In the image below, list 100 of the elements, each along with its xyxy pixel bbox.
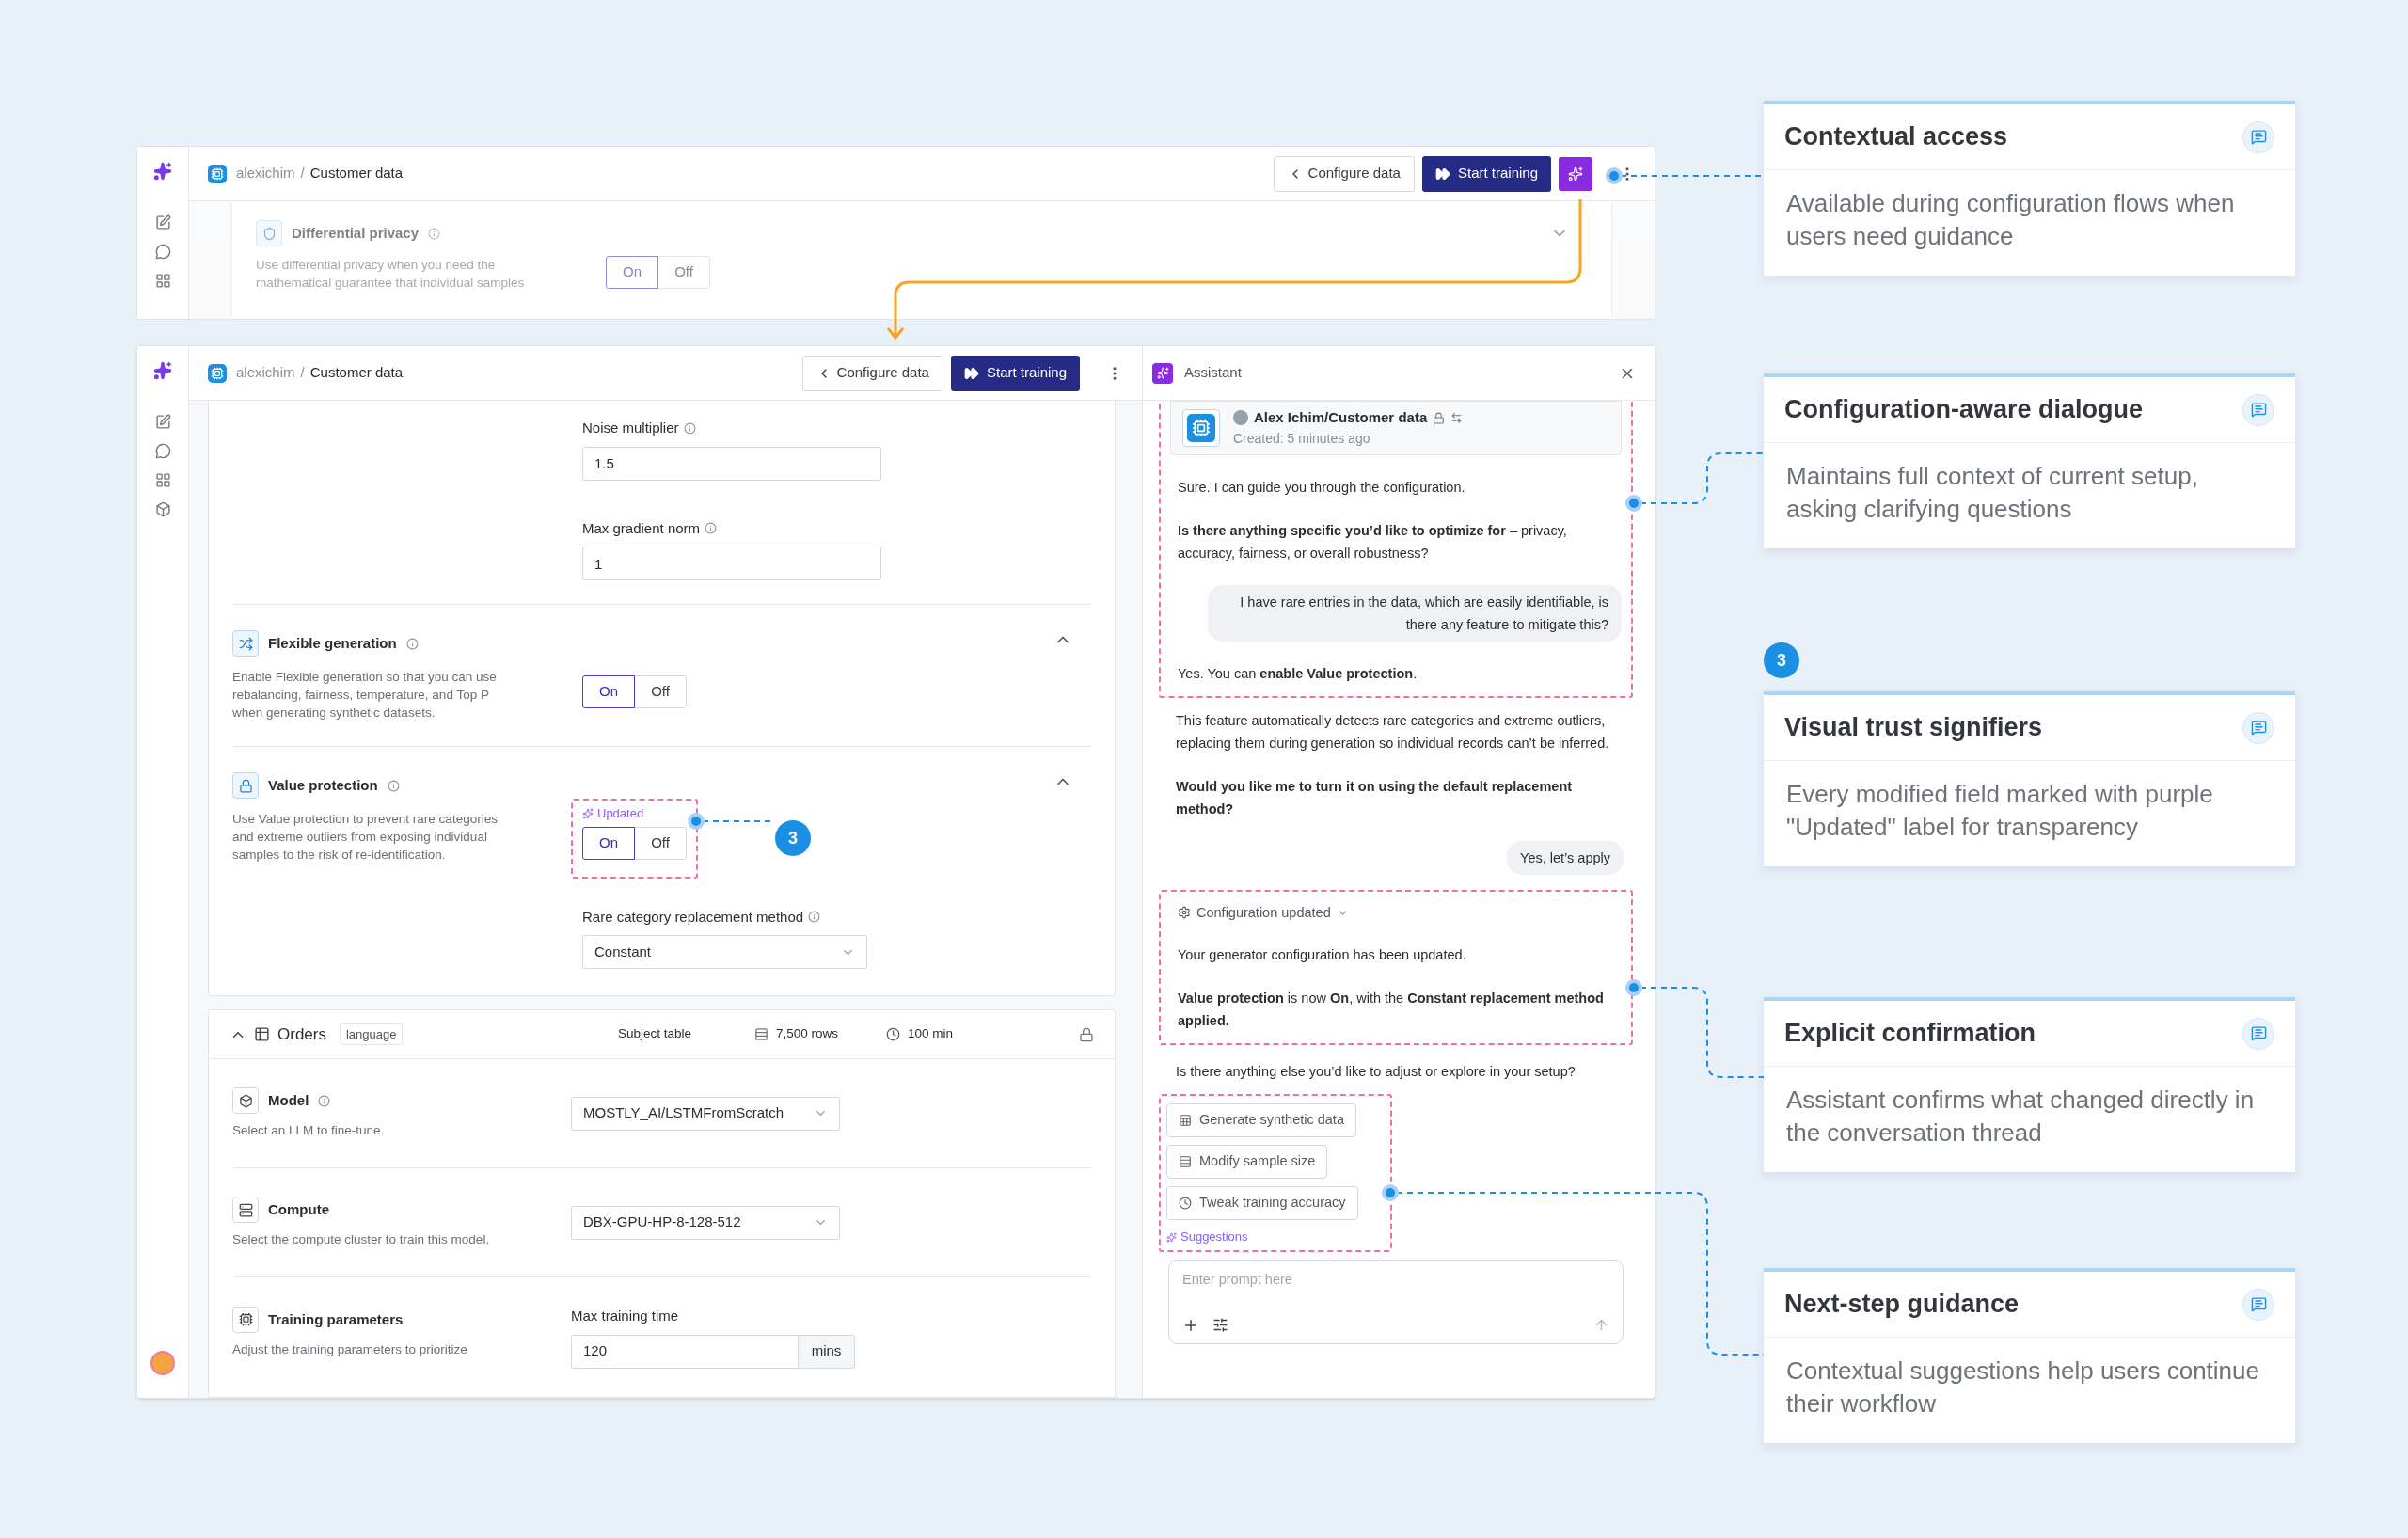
- number-field[interactable]: 120 mins: [571, 1334, 855, 1369]
- chip-icon: [208, 363, 227, 383]
- assistant-message: Yes. You can enable Value protection.: [1177, 664, 1418, 683]
- row-count: 7,500 rows: [776, 1025, 839, 1043]
- suggestion-chip[interactable]: Tweak training accuracy: [1166, 1186, 1358, 1221]
- table-icon: [254, 1026, 270, 1042]
- field-label: Max training time: [571, 1307, 680, 1325]
- suggestion-chip[interactable]: Generate synthetic data: [1166, 1103, 1356, 1138]
- info-icon[interactable]: [705, 522, 718, 535]
- context-title: Alex Ichim/Customer data: [1254, 408, 1428, 427]
- chat-icon[interactable]: [154, 443, 171, 459]
- info-icon[interactable]: [387, 779, 400, 792]
- callout-text: Assistant confirms what changed directly in the conversation thread: [1786, 1085, 2256, 1149]
- message-icon: [2242, 711, 2274, 744]
- info-icon[interactable]: [318, 1094, 331, 1107]
- configure-data-button[interactable]: Configure data: [1273, 155, 1415, 192]
- start-training-button[interactable]: Start training: [950, 355, 1080, 391]
- breadcrumb-page: Customer data: [309, 363, 404, 383]
- chip-icon: [208, 164, 227, 183]
- toggle-option[interactable]: On: [582, 675, 635, 708]
- number-field[interactable]: 1: [582, 547, 881, 580]
- context-meta: Created: 5 minutes ago: [1233, 429, 1371, 448]
- lock-icon[interactable]: [1079, 1026, 1094, 1042]
- table-tag: language: [339, 1023, 404, 1046]
- chip-icon: [1187, 413, 1215, 442]
- grid-icon[interactable]: [154, 273, 171, 289]
- callout-title: Contextual access: [1784, 121, 2008, 153]
- avatar[interactable]: [150, 1351, 175, 1375]
- grid-icon[interactable]: [154, 472, 171, 488]
- select-field[interactable]: DBX-GPU-HP-8-128-512: [571, 1205, 840, 1240]
- shield-icon: [256, 220, 282, 246]
- field-label: Rare category replacement method: [582, 907, 804, 927]
- panel-title: Assistant: [1184, 363, 1242, 383]
- callout-title: Configuration-aware dialogue: [1784, 394, 2144, 426]
- section-description: Use Value protection to prevent rare categories and extreme outliers from exposing individual samples to the risk of re-identification.: [232, 811, 499, 864]
- callout-text: Maintains full context of current setup, asking clarifying questions: [1786, 461, 2199, 525]
- setting-description: Select an LLM to fine-tune.: [232, 1122, 386, 1139]
- context-card[interactable]: Alex Ichim/Customer data Created: 5 minutes ago: [1170, 401, 1622, 455]
- table-type: Subject table: [618, 1025, 693, 1043]
- toggle-option[interactable]: Off: [634, 826, 687, 860]
- assistant-button[interactable]: [1559, 156, 1592, 191]
- configure-data-button[interactable]: Configure data: [801, 355, 943, 391]
- connector-dot: [1625, 979, 1642, 996]
- field-label: Noise multiplier: [582, 419, 679, 437]
- callout-text: Available during configuration flows when users need guidance: [1786, 188, 2236, 252]
- user-message: Yes, let’s apply: [1507, 840, 1624, 875]
- connector-dot: [688, 813, 705, 830]
- edit-icon[interactable]: [154, 414, 171, 430]
- setting-title: Compute: [268, 1199, 329, 1219]
- section-title: Differential privacy: [292, 223, 420, 243]
- sliders-icon[interactable]: [1212, 1317, 1228, 1334]
- rows-icon: [1179, 1155, 1192, 1169]
- edit-icon[interactable]: [154, 214, 171, 230]
- info-icon[interactable]: [808, 911, 821, 924]
- select-field[interactable]: Constant: [582, 935, 867, 969]
- step-badge: 3: [1764, 642, 1799, 678]
- sparkles-icon: [1568, 166, 1583, 182]
- select-field[interactable]: MOSTLY_AI/LSTMFromScratch: [571, 1096, 840, 1131]
- logo-icon[interactable]: [153, 162, 172, 181]
- swap-icon: [1450, 411, 1464, 424]
- table-name: Orders: [277, 1023, 326, 1045]
- chat-icon[interactable]: [154, 244, 171, 260]
- sparkles-icon: [1152, 362, 1173, 384]
- message-icon: [2242, 1288, 2274, 1321]
- assistant-message: Would you like me to turn it on using the default replacement method?: [1175, 777, 1574, 818]
- assistant-message: Is there anything specific you’d like to optimize for – privacy, accuracy, fairness, or overall robustness?: [1177, 521, 1568, 563]
- updated-label: Updated: [597, 805, 644, 822]
- gear-icon: [1178, 906, 1191, 920]
- assistant-message: Value protection is now On, with the Constant replacement method applied.: [1177, 990, 1605, 1031]
- user-message: I have rare entries in the data, which are easily identifiable, is there any feature to mitigate this?: [1208, 584, 1622, 642]
- cube-icon[interactable]: [154, 501, 171, 517]
- toggle-option[interactable]: On: [582, 826, 635, 860]
- fast-forward-icon: [1434, 166, 1450, 182]
- callout-title: Next-step guidance: [1784, 1289, 2020, 1321]
- assistant-message: Is there anything else you’d like to adjust or explore in your setup?: [1175, 1063, 1576, 1082]
- breadcrumb-separator: /: [300, 164, 305, 183]
- toggle-option[interactable]: Off: [634, 675, 687, 708]
- callout-text: Every modified field marked with purple "Updated" label for transparency: [1786, 779, 2214, 843]
- suggestion-chip[interactable]: Modify sample size: [1166, 1145, 1328, 1180]
- section-description: Use differential privacy when you need the mathematical guarantee that individual samples: [256, 257, 526, 292]
- info-icon[interactable]: [683, 421, 696, 435]
- logo-icon[interactable]: [153, 361, 172, 380]
- toggle-option[interactable]: Off: [657, 256, 710, 289]
- info-icon[interactable]: [405, 637, 419, 650]
- message-icon: [2242, 1017, 2274, 1050]
- setting-description: Adjust the training parameters to prioritize: [232, 1340, 468, 1358]
- callout-title: Explicit confirmation: [1784, 1018, 2036, 1050]
- start-training-button[interactable]: Start training: [1421, 155, 1551, 192]
- sparkles-icon: [582, 807, 594, 819]
- duration: 100 min: [908, 1025, 954, 1043]
- section-title: Value protection: [268, 775, 378, 795]
- breadcrumb-separator: /: [300, 363, 305, 383]
- lock-icon: [232, 772, 259, 799]
- number-field[interactable]: 1.5: [582, 446, 881, 481]
- field-label: Max gradient norm: [582, 518, 701, 538]
- status-header[interactable]: Configuration updated: [1170, 902, 1622, 924]
- rows-icon: [754, 1027, 768, 1041]
- message-icon: [2242, 120, 2274, 153]
- prompt-field[interactable]: Enter prompt here: [1182, 1269, 1609, 1291]
- cube-icon: [232, 1087, 259, 1114]
